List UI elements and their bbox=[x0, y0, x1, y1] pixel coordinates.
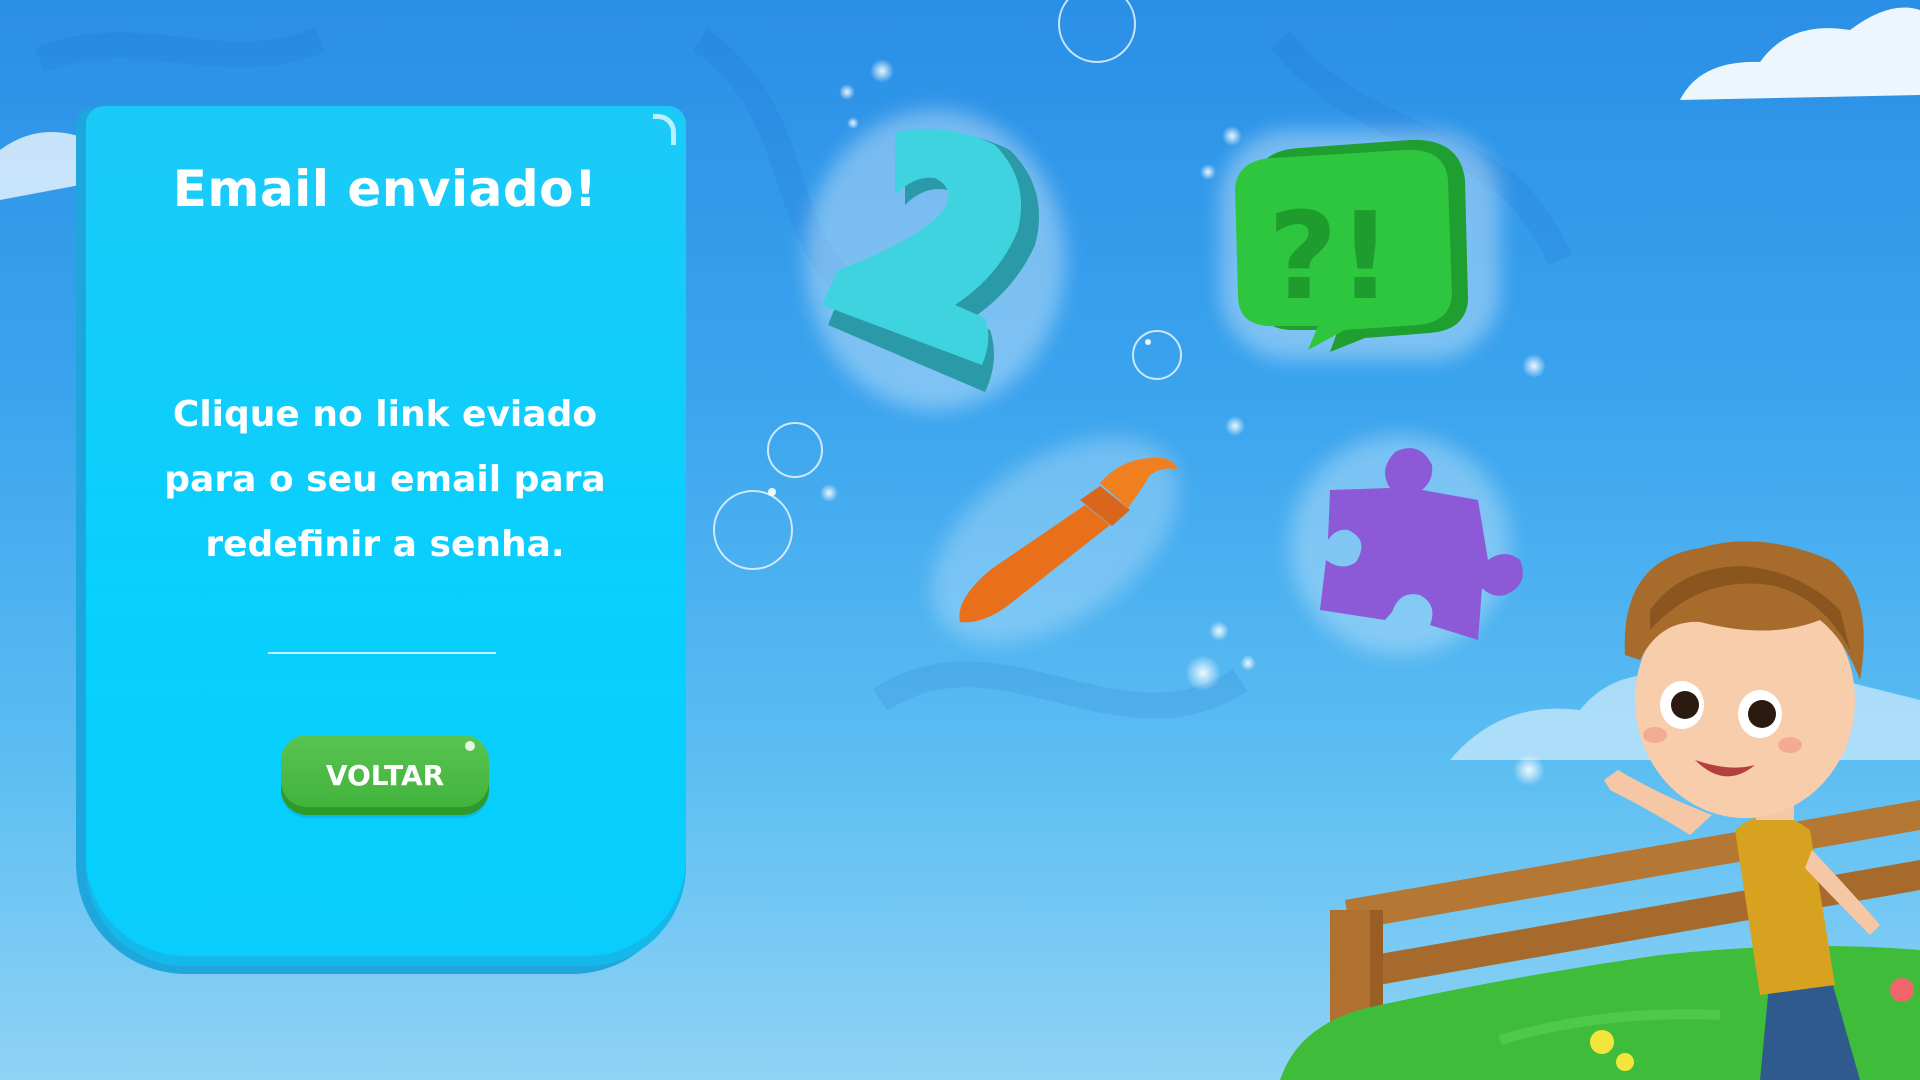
bubble bbox=[1058, 0, 1136, 63]
speech-bubble-icon: ?! bbox=[1220, 130, 1500, 360]
card-message: Clique no link eviado para o seu email p… bbox=[164, 394, 606, 565]
bubble bbox=[1132, 330, 1182, 380]
puzzle-piece-icon bbox=[1290, 435, 1523, 655]
back-button-label: VOLTAR bbox=[325, 758, 445, 792]
card-gloss bbox=[653, 114, 676, 145]
bubble bbox=[713, 490, 793, 570]
paintbrush-icon bbox=[931, 436, 1179, 644]
cloud bbox=[1680, 7, 1920, 100]
card-title: Email enviado! bbox=[172, 160, 598, 218]
number-two-icon bbox=[805, 110, 1065, 410]
background-scene: ?! Email enviado! Clique no link eviado … bbox=[0, 0, 1920, 1080]
bubble bbox=[767, 422, 823, 478]
card-divider bbox=[268, 652, 496, 654]
speech-bubble-glyph: ?! bbox=[1268, 188, 1392, 327]
button-gloss bbox=[465, 741, 475, 751]
back-button[interactable]: VOLTAR bbox=[281, 735, 489, 815]
